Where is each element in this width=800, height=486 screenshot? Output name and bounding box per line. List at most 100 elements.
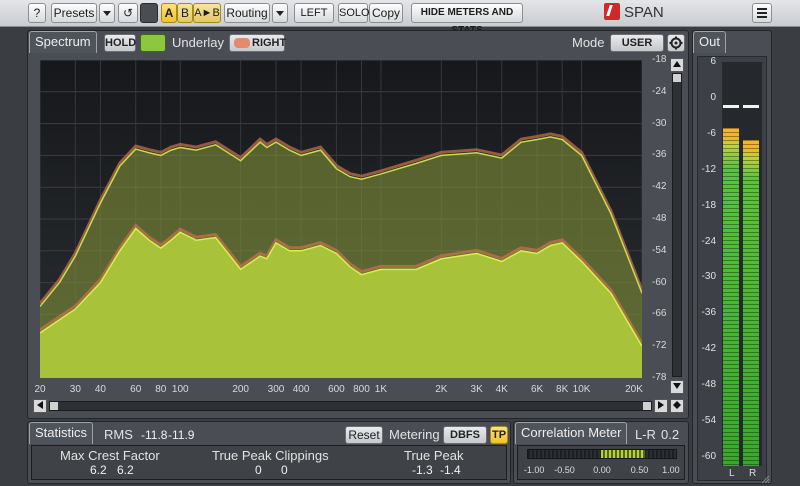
db-tick-label: -18 bbox=[652, 54, 667, 65]
db-tick-label: -72 bbox=[652, 340, 667, 352]
routing-button[interactable]: Routing bbox=[224, 3, 270, 23]
hz-tick-label: 8K bbox=[556, 384, 569, 395]
hide-meters-button[interactable]: HIDE METERS AND STATS bbox=[411, 3, 523, 36]
realtime-spectrum-point bbox=[149, 240, 150, 241]
correlation-bar-track bbox=[527, 449, 677, 459]
presets-dropdown-button[interactable] bbox=[99, 3, 115, 23]
out-tab[interactable]: Out bbox=[693, 31, 726, 53]
realtime-spectrum-point bbox=[550, 245, 551, 246]
reset-stats-button[interactable]: Reset bbox=[345, 426, 383, 444]
max-hold-spectrum-point bbox=[171, 150, 172, 151]
max-hold-spectrum-point bbox=[266, 147, 267, 148]
hz-tick-label: 200 bbox=[232, 384, 249, 395]
true-peak-toggle[interactable]: TP bbox=[490, 426, 508, 444]
realtime-spectrum-point bbox=[336, 253, 337, 254]
max-hold-spectrum-point bbox=[501, 158, 502, 159]
max-crest-left-value: 6.2 bbox=[90, 463, 107, 477]
underlay-color-swatch bbox=[234, 38, 250, 48]
max-hold-spectrum-point bbox=[550, 136, 551, 137]
meter-tick-label: -42 bbox=[701, 343, 716, 355]
db-tick-label: -24 bbox=[652, 85, 667, 97]
max-hold-spectrum-point bbox=[180, 147, 181, 148]
realtime-spectrum-point bbox=[180, 232, 181, 233]
spectrum-plot[interactable] bbox=[40, 60, 642, 378]
copy-button[interactable]: Copy bbox=[369, 3, 403, 23]
color-swatch-button[interactable] bbox=[140, 3, 158, 23]
reset-button[interactable]: ↺ bbox=[118, 3, 138, 23]
max-hold-spectrum-point bbox=[160, 155, 161, 156]
left-channel-button[interactable]: LEFT bbox=[294, 3, 334, 23]
true-peak-left-value: -1.3 bbox=[412, 463, 433, 477]
db-tick-label: -54 bbox=[652, 244, 667, 256]
routing-dropdown-button[interactable] bbox=[272, 3, 288, 23]
realtime-spectrum-point bbox=[135, 228, 136, 229]
max-hold-spectrum-point bbox=[581, 155, 582, 156]
hz-tick-label: 10K bbox=[572, 384, 591, 395]
correlation-scale-label: 0.50 bbox=[630, 465, 649, 475]
realtime-spectrum-point bbox=[75, 309, 76, 310]
realtime-spectrum-point bbox=[441, 258, 442, 259]
vertical-scroll-thumb[interactable] bbox=[673, 74, 681, 82]
realtime-spectrum-point bbox=[562, 242, 563, 243]
realtime-spectrum-point bbox=[276, 242, 277, 243]
presets-button[interactable]: Presets bbox=[51, 3, 97, 23]
hz-tick-label: 20K bbox=[625, 384, 643, 395]
resize-grip-icon[interactable] bbox=[760, 474, 770, 484]
realtime-spectrum-point bbox=[301, 250, 302, 251]
max-hold-spectrum-point bbox=[215, 144, 216, 145]
true-peak-label: True Peak bbox=[404, 448, 464, 463]
vertical-scroll-track[interactable] bbox=[672, 73, 682, 377]
scroll-up-button[interactable] bbox=[670, 58, 684, 72]
menu-button[interactable] bbox=[752, 3, 772, 23]
scroll-left-button[interactable] bbox=[33, 399, 47, 413]
arrow-up-icon bbox=[673, 61, 681, 67]
tp-clippings-label: True Peak Clippings bbox=[212, 448, 329, 463]
realtime-spectrum-point bbox=[59, 319, 60, 320]
metering-mode-select[interactable]: DBFS bbox=[443, 426, 487, 444]
underlay-right-button[interactable]: RIGHT bbox=[229, 34, 286, 52]
hz-tick-label: 800 bbox=[353, 384, 370, 395]
hz-tick-label: 1K bbox=[374, 384, 388, 395]
spectrum-tab[interactable]: Spectrum bbox=[29, 31, 97, 53]
hz-tick-label: 400 bbox=[292, 384, 310, 395]
brand-name: SPAN bbox=[624, 4, 664, 21]
hold-button[interactable]: HOLD bbox=[104, 34, 136, 52]
realtime-spectrum-point bbox=[160, 248, 161, 249]
max-hold-spectrum-point bbox=[59, 282, 60, 283]
realtime-spectrum-point bbox=[380, 269, 381, 270]
ab-a-button[interactable]: A bbox=[161, 3, 177, 23]
span-plugin-window: ? Presets ↺ A B A►B Routing LEFT SOLO Co… bbox=[0, 0, 800, 486]
settings-button[interactable] bbox=[667, 34, 685, 52]
statistics-tab[interactable]: Statistics bbox=[29, 422, 94, 444]
help-button[interactable]: ? bbox=[28, 3, 46, 23]
max-hold-spectrum-point bbox=[349, 176, 350, 177]
peak-hold-left bbox=[723, 104, 739, 108]
scroll-right-button[interactable] bbox=[654, 399, 668, 413]
tp-clippings-left-value: 0 bbox=[255, 463, 262, 477]
max-hold-spectrum-point bbox=[301, 155, 302, 156]
meter-bar-right bbox=[743, 139, 759, 466]
hz-tick-label: 2K bbox=[435, 384, 448, 395]
horizontal-scroll-track[interactable] bbox=[49, 401, 652, 411]
solo-button[interactable]: SOLO bbox=[338, 3, 370, 23]
scroll-down-button[interactable] bbox=[670, 380, 684, 394]
rms-left-value: -11.8 bbox=[141, 428, 168, 442]
meter-tick-label: -60 bbox=[701, 451, 716, 463]
max-hold-spectrum-point bbox=[336, 168, 337, 169]
hz-tick-label: 600 bbox=[328, 384, 345, 395]
hz-tick-label: 30 bbox=[69, 384, 81, 395]
ab-b-button[interactable]: B bbox=[177, 3, 193, 23]
realtime-spectrum-point bbox=[119, 250, 120, 251]
hz-tick-label: 80 bbox=[155, 384, 167, 395]
ab-copy-button[interactable]: A►B bbox=[193, 3, 221, 23]
horizontal-scroll-thumb-left[interactable] bbox=[50, 402, 58, 410]
db-tick-label: -78 bbox=[652, 372, 667, 383]
horizontal-scroll-thumb-right[interactable] bbox=[643, 402, 651, 410]
realtime-spectrum-point bbox=[501, 261, 502, 262]
hz-tick-label: 20 bbox=[34, 384, 46, 395]
mode-select[interactable]: USER bbox=[610, 34, 664, 52]
zoom-reset-button[interactable] bbox=[670, 399, 684, 413]
max-hold-spectrum-point bbox=[380, 173, 381, 174]
hold-color-toggle[interactable] bbox=[140, 34, 166, 52]
correlation-tab[interactable]: Correlation Meter bbox=[515, 422, 628, 444]
